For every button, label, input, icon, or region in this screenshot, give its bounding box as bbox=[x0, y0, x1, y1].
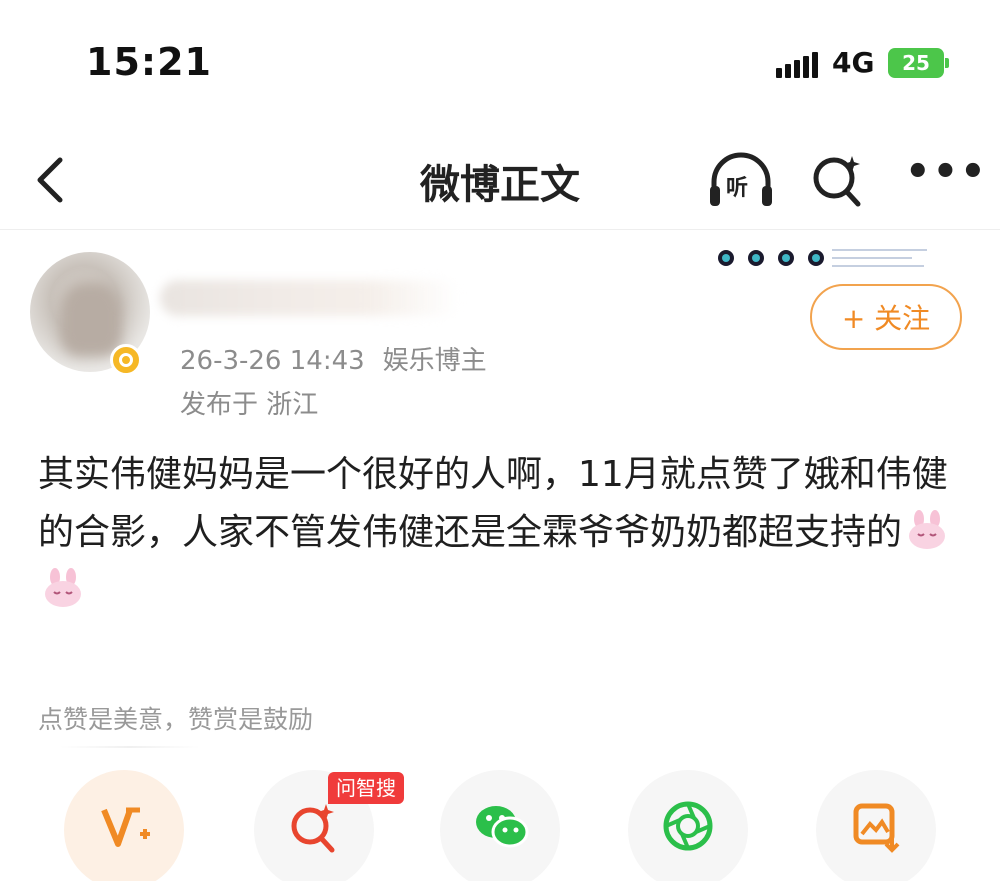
post-body: 其实伟健妈妈是一个很好的人啊，11月就点赞了娥和伟健的合影，人家不管发伟健还是全… bbox=[38, 446, 968, 620]
battery-icon: 25 bbox=[888, 48, 949, 78]
moments-icon bbox=[663, 801, 713, 851]
listen-button[interactable]: 听 bbox=[706, 148, 776, 212]
smart-search-icon bbox=[291, 804, 335, 853]
moments-share-button[interactable] bbox=[628, 770, 748, 881]
network-type: 4G bbox=[832, 46, 875, 79]
username-redacted bbox=[160, 280, 460, 316]
v-plus-button[interactable] bbox=[64, 770, 184, 881]
post-location: 发布于 浙江 bbox=[180, 390, 319, 420]
ask-badge: 问智搜 bbox=[328, 772, 404, 804]
author-tag: 娱乐博主 bbox=[382, 346, 487, 376]
listen-label: 听 bbox=[726, 176, 749, 201]
action-bar bbox=[0, 770, 1000, 881]
status-time: 15:21 bbox=[86, 40, 212, 84]
verified-badge-icon bbox=[110, 344, 142, 376]
post-date: 26-3-26 14:43 bbox=[180, 346, 365, 376]
bunny-emoji-icon bbox=[45, 568, 81, 607]
nav-bar: 微博正文 听 ••• bbox=[0, 130, 1000, 230]
search-button[interactable] bbox=[808, 148, 868, 212]
v-plus-icon bbox=[101, 807, 150, 847]
save-image-button[interactable] bbox=[816, 770, 936, 881]
search-icon bbox=[813, 156, 861, 207]
battery-level: 25 bbox=[902, 51, 930, 75]
wechat-share-button[interactable] bbox=[440, 770, 560, 881]
post-meta: 26-3-26 14:43 娱乐博主 bbox=[180, 340, 505, 377]
divider bbox=[60, 746, 200, 748]
status-bar: 15:21 4G 25 bbox=[0, 0, 1000, 120]
signal-icon bbox=[776, 52, 818, 78]
follow-button[interactable]: + 关注 bbox=[810, 284, 962, 350]
post-text: 其实伟健妈妈是一个很好的人啊，11月就点赞了娥和伟健的合影，人家不管发伟健还是全… bbox=[38, 454, 948, 553]
bunny-emoji-icon bbox=[909, 510, 946, 549]
save-image-icon bbox=[853, 803, 900, 853]
more-button[interactable]: ••• bbox=[905, 152, 986, 202]
reward-hint: 点赞是美意，赞赏是鼓励 bbox=[38, 705, 314, 734]
wechat-icon bbox=[476, 806, 529, 848]
decoration-banner bbox=[718, 249, 927, 267]
